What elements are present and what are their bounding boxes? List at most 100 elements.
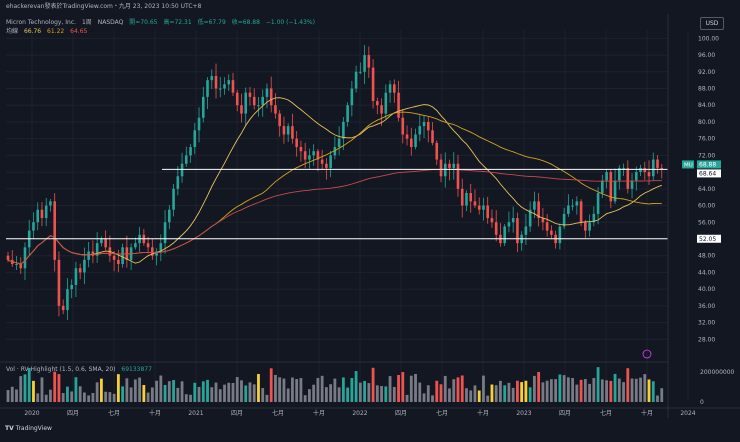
volume-bar [91,393,95,402]
volume-bar [36,393,40,402]
candle-body [448,163,451,168]
volume-bar [197,386,201,402]
candle-body [550,230,553,235]
publish-watermark: ehackerevan發表於TradingView.com・九月 23, 202… [6,3,202,10]
volume-bar [516,380,519,402]
candle-body [376,101,379,106]
volume-bar [350,378,354,402]
y-tick-label: 64.00 [698,186,715,193]
volume-bar [108,392,112,402]
x-tick-label: 四月 [231,410,243,417]
interval: 1周 [81,19,92,26]
volume-bar [401,372,405,402]
volume-bar [375,385,379,402]
candle-body [184,155,188,164]
candle-body [630,180,634,189]
volume-bar [201,381,205,402]
volume-bar [537,371,541,402]
candle-body [180,163,184,177]
price-tag-value: 52.05 [699,236,716,243]
volume-bar [167,381,171,402]
candle-body [380,105,383,114]
volume-bar [265,394,269,402]
volume-bar [172,380,175,402]
candle-body [397,92,400,118]
volume-bar [61,393,65,402]
y-tick-label: 36.00 [698,303,715,310]
ma-legend-name: 均線 [6,28,19,35]
volume-bar [651,381,655,402]
volume-bar [583,379,587,402]
candle-body [660,167,664,169]
volume-bar [409,375,413,402]
volume-bar [57,374,61,402]
volume-bar [193,382,197,402]
candle-body [346,105,349,122]
volume-bar [443,375,447,402]
candle-body [146,243,150,248]
candle-body [189,147,192,156]
candle-body [70,284,73,290]
candle-body [401,117,405,135]
volume-bar [206,379,209,402]
candle-body [206,80,209,97]
volume-bar [66,386,69,402]
close-value: 收=68.88 [231,19,260,26]
volume-bar [520,382,524,402]
candle-body [384,92,388,114]
volume-bar [388,376,392,402]
volume-bar [142,385,146,402]
candle-body [452,163,456,168]
volume-bar [579,379,583,402]
x-tick-label: 2022 [352,410,367,417]
x-tick-label: 七月 [272,409,284,417]
volume-bar [358,382,362,402]
volume-bar [460,375,464,402]
volume-bar [524,380,528,402]
candle-body [656,159,659,168]
candle-body [61,305,65,311]
candle-body [66,289,69,311]
candle-body [117,259,120,265]
volume-bar [74,377,78,402]
candle-body [558,226,562,244]
candle-body [460,188,464,206]
candle-body [639,167,642,173]
volume-bar [660,388,664,402]
exchange: NASDAQ [97,19,124,26]
change-value: −1.00 (−1.43%) [265,19,315,26]
candle-body [252,96,256,106]
volume-bar [269,368,273,402]
candle-body [112,255,116,260]
candle-body [605,172,608,181]
x-tick-label: 2021 [188,410,203,417]
price-tag-value: 68.64 [699,170,716,177]
volume-bar [299,378,303,402]
x-tick-label: 七月 [600,409,612,417]
candle-body [295,138,298,148]
volume-bar [422,393,426,402]
candle-body [596,193,600,214]
candle-body [121,247,124,265]
symbol-name: Micron Technology, Inc. [6,19,77,26]
volume-bar [235,377,239,402]
volume-bar [133,379,137,402]
ma-legend-v3: 64.65 [70,28,88,35]
volume-bar [533,375,536,402]
candle-body [134,243,137,248]
volume-bar [138,377,141,402]
candle-body [168,209,171,223]
currency-button[interactable]: USD [700,17,724,30]
candle-body [299,147,303,152]
x-tick-label: 2020 [24,410,39,417]
volume-bar [240,380,243,402]
x-tick-label: 十月 [149,409,161,417]
volume-bar [87,395,91,402]
volume-bar [456,377,460,402]
candle-body [329,155,332,168]
volume-bar [15,389,18,402]
candle-body [342,121,345,139]
x-tick-label: 七月 [436,409,448,417]
volume-bar [282,378,286,402]
volume-bar [176,387,180,402]
